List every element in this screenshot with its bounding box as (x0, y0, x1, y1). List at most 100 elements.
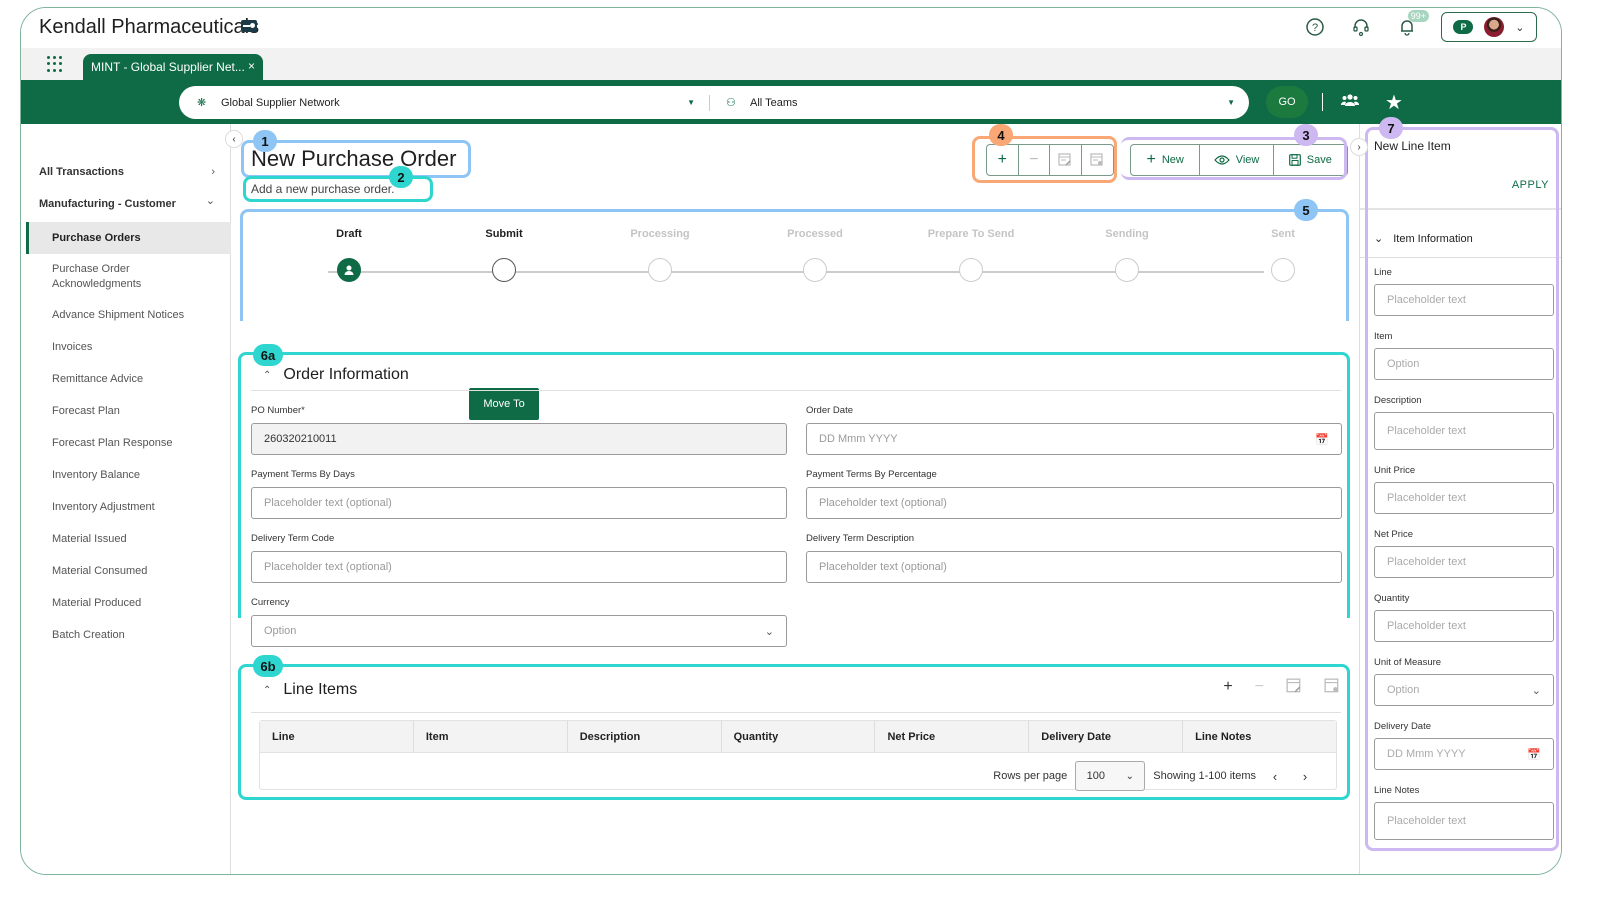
collapse-sidebar-button[interactable]: ‹ (225, 130, 243, 148)
annotation-badge-6a: 6a (253, 344, 283, 366)
calendar-icon[interactable]: 📅 (1315, 433, 1329, 446)
placeholder: Option (1387, 358, 1420, 370)
rows-per-page-label: Rows per page (993, 770, 1068, 782)
sidebar-item-forecast-plan[interactable]: Forecast Plan (26, 405, 231, 417)
step-label: Submit (485, 228, 523, 240)
go-button[interactable]: GO (1266, 86, 1308, 118)
pagination: Rows per page 100 ⌄ Showing 1-100 items … (993, 761, 1316, 791)
calendar-icon[interactable]: 📅 (1527, 748, 1541, 761)
sidebar-item-purchase-orders[interactable]: Purchase Orders (26, 222, 231, 254)
app-launcher-icon[interactable] (47, 56, 63, 72)
step-dot (959, 258, 983, 282)
annotation-badge-3: 3 (1294, 124, 1318, 146)
next-page-icon[interactable]: › (1294, 769, 1316, 784)
step-submit[interactable]: Submit (439, 218, 569, 282)
save-button[interactable]: Save (1274, 145, 1347, 175)
column-header-item[interactable]: Item (414, 721, 568, 752)
view-button[interactable]: View (1200, 145, 1274, 175)
column-header-net-price[interactable]: Net Price (875, 721, 1030, 752)
collapse-panel-button[interactable]: › (1350, 138, 1368, 156)
chevron-up-icon: ⌃ (263, 684, 272, 696)
sidebar-item-po-acknowledgments[interactable]: Purchase Order Acknowledgments (26, 262, 176, 292)
close-icon[interactable]: × (248, 59, 255, 73)
delivery-date-field[interactable]: DD Mmm YYYY 📅 (1374, 738, 1554, 770)
sidebar-item-forecast-plan-response[interactable]: Forecast Plan Response (26, 437, 231, 449)
order-information-header[interactable]: ⌃ Order Information (263, 366, 409, 384)
step-draft[interactable]: Draft (284, 218, 414, 282)
quantity-field[interactable]: Placeholder text (1374, 610, 1554, 642)
payment-terms-days-field[interactable]: Placeholder text (optional) (251, 487, 787, 519)
svg-text:?: ? (1312, 22, 1318, 34)
tab-global-supplier-network[interactable]: MINT - Global Supplier Net... × (83, 54, 263, 80)
help-icon[interactable]: ? (1303, 15, 1327, 39)
sidebar-group-all-transactions[interactable]: All Transactions › (26, 166, 231, 178)
new-button[interactable]: + New (1131, 145, 1201, 175)
sidebar-item-batch-creation[interactable]: Batch Creation (26, 629, 231, 641)
account-menu[interactable]: P ⌄ (1441, 12, 1537, 42)
main-content: New Purchase Order Add a new purchase or… (233, 124, 1358, 874)
sidebar-item-invoices[interactable]: Invoices (26, 341, 231, 353)
divider (251, 712, 1341, 713)
rows-per-page-value: 100 (1086, 770, 1105, 782)
sidebar-item-material-produced[interactable]: Material Produced (26, 597, 231, 609)
step-processing[interactable]: Processing (595, 218, 725, 282)
view-form-icon[interactable] (1082, 145, 1113, 175)
add-icon[interactable]: + (987, 145, 1019, 175)
unit-price-field[interactable]: Placeholder text (1374, 482, 1554, 514)
add-line-icon[interactable]: + (1223, 678, 1232, 699)
edit-line-icon[interactable] (1286, 678, 1302, 699)
sidebar-item-inventory-adjustment[interactable]: Inventory Adjustment (26, 501, 231, 513)
step-sending[interactable]: Sending (1062, 218, 1192, 282)
column-header-delivery-date[interactable]: Delivery Date (1029, 721, 1184, 752)
order-date-field[interactable]: DD Mmm YYYY 📅 (806, 423, 1342, 455)
rows-per-page-select[interactable]: 100 ⌄ (1075, 761, 1146, 791)
currency-select[interactable]: Option ⌄ (251, 615, 787, 647)
favorite-star-icon[interactable]: ★ (1385, 90, 1403, 115)
column-header-description[interactable]: Description (568, 721, 722, 752)
payment-terms-pct-field[interactable]: Placeholder text (optional) (806, 487, 1342, 519)
sidebar-item-inventory-balance[interactable]: Inventory Balance (26, 469, 231, 481)
line-field[interactable]: Placeholder text (1374, 284, 1554, 316)
delivery-term-code-field[interactable]: Placeholder text (optional) (251, 551, 787, 583)
step-sent[interactable]: Sent (1218, 218, 1348, 282)
teams-icon[interactable] (1340, 92, 1360, 113)
view-line-icon[interactable] (1324, 678, 1340, 699)
column-header-line-notes[interactable]: Line Notes (1183, 721, 1336, 752)
sidebar-item-material-issued[interactable]: Material Issued (26, 533, 231, 545)
column-header-line[interactable]: Line (260, 721, 414, 752)
item-information-accordion[interactable]: ⌄ Item Information (1374, 232, 1473, 246)
record-actions-toolbar: + New View Save (1130, 144, 1348, 176)
network-select[interactable]: ❋ Global Supplier Network ▼ (179, 86, 709, 119)
remove-icon[interactable]: − (1019, 145, 1050, 175)
step-prepare-to-send[interactable]: Prepare To Send (906, 218, 1036, 282)
description-field[interactable]: Placeholder text (1374, 412, 1554, 450)
chevron-down-icon: ⌄ (205, 195, 215, 207)
column-header-quantity[interactable]: Quantity (722, 721, 876, 752)
support-headset-icon[interactable] (1349, 15, 1373, 39)
move-to-button[interactable]: Move To (469, 388, 539, 420)
remove-line-icon[interactable]: − (1255, 678, 1264, 699)
apply-button[interactable]: APPLY (1512, 179, 1549, 191)
notifications-bell-icon[interactable]: 99+ (1395, 10, 1429, 39)
sidebar-group-manufacturing-customer[interactable]: Manufacturing - Customer ⌄ (26, 195, 231, 210)
unit-of-measure-select[interactable]: Option ⌄ (1374, 674, 1554, 706)
network-icon: ❋ (197, 97, 207, 109)
edit-form-icon[interactable] (1050, 145, 1082, 175)
previous-page-icon[interactable]: ‹ (1264, 769, 1286, 784)
item-select[interactable]: Option (1374, 348, 1554, 380)
step-processed[interactable]: Processed (750, 218, 880, 282)
chevron-down-icon: ⌄ (1531, 684, 1541, 697)
sidebar-item-remittance-advice[interactable]: Remittance Advice (26, 373, 231, 385)
net-price-field[interactable]: Placeholder text (1374, 546, 1554, 578)
team-select[interactable]: ⚇ All Teams ▼ (709, 94, 1249, 111)
line-items-header[interactable]: ⌃ Line Items (263, 681, 357, 699)
line-notes-field[interactable]: Placeholder text (1374, 802, 1554, 840)
caret-down-icon: ▼ (687, 98, 695, 107)
sidebar-item-advance-shipment-notices[interactable]: Advance Shipment Notices (26, 309, 231, 321)
page-subtitle: Add a new purchase order. (251, 182, 395, 196)
delivery-term-desc-field[interactable]: Placeholder text (optional) (806, 551, 1342, 583)
sidebar-item-material-consumed[interactable]: Material Consumed (26, 565, 231, 577)
po-number-field[interactable]: 260320210011 (251, 423, 787, 455)
placeholder: DD Mmm YYYY (1387, 748, 1466, 760)
placeholder: Placeholder text (1387, 425, 1466, 437)
